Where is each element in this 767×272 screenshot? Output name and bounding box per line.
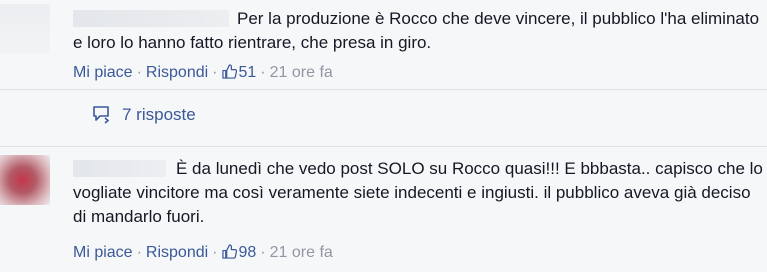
reply-link[interactable]: Rispondi	[146, 64, 208, 81]
replies-count-label: 7 risposte	[122, 105, 196, 124]
like-count: 98	[238, 244, 257, 261]
separator-dot: ·	[260, 244, 266, 261]
author-name-redacted[interactable]	[73, 10, 229, 27]
like-count: 51	[238, 64, 257, 81]
comment-body: È da lunedì che vedo post SOLO su Rocco …	[73, 157, 763, 229]
view-replies-link[interactable]: 7 risposte	[92, 104, 196, 129]
comment-actions: Mi piace · Rispondi · 98 · 21 ore fa	[73, 243, 333, 265]
thumbs-up-icon	[221, 244, 237, 265]
timestamp[interactable]: 21 ore fa	[270, 64, 333, 81]
divider	[0, 89, 767, 90]
avatar[interactable]	[0, 155, 50, 205]
reply-link[interactable]: Rispondi	[146, 244, 208, 261]
like-link[interactable]: Mi piace	[73, 244, 133, 261]
separator-dot: ·	[136, 244, 142, 261]
reply-arrow-icon	[92, 104, 112, 129]
separator-dot: ·	[260, 64, 266, 81]
separator-dot: ·	[212, 244, 218, 261]
author-name-redacted[interactable]	[73, 160, 166, 177]
thumbs-up-icon	[221, 64, 237, 85]
avatar[interactable]	[0, 4, 50, 54]
comment-body: Per la produzione è Rocco che deve vince…	[73, 7, 763, 55]
separator-dot: ·	[212, 64, 218, 81]
comment-actions: Mi piace · Rispondi · 51 · 21 ore fa	[73, 63, 333, 85]
timestamp[interactable]: 21 ore fa	[270, 244, 333, 261]
like-count-link[interactable]: 51	[221, 64, 257, 81]
comment-text: È da lunedì che vedo post SOLO su Rocco …	[73, 159, 763, 226]
like-link[interactable]: Mi piace	[73, 64, 133, 81]
comment-1: Per la produzione è Rocco che deve vince…	[0, 0, 767, 89]
separator-dot: ·	[136, 64, 142, 81]
like-count-link[interactable]: 98	[221, 244, 257, 261]
